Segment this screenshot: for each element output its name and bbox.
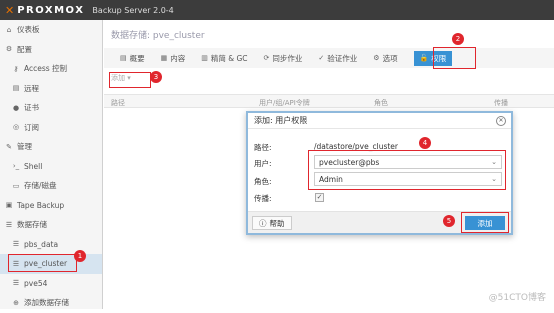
- sidebar-item-config[interactable]: ⚙ 配置: [0, 40, 102, 60]
- plus-circle-icon: ⊕: [13, 298, 19, 307]
- sidebar-item-add-datastore[interactable]: ⊕ 添加数据存储: [0, 293, 102, 313]
- highlight-user-role-fields: [308, 150, 506, 190]
- sidebar-item-tape-backup[interactable]: ▣ Tape Backup: [0, 196, 102, 216]
- highlight-dialog-add-button: [461, 212, 509, 233]
- tape-icon: ▣: [5, 201, 13, 210]
- user-label: 用户:: [254, 159, 272, 168]
- help-icon: ⓘ: [259, 218, 267, 228]
- gear-icon: ⚙: [373, 54, 380, 62]
- top-bar: ✕ PROXMOX Backup Server 2.0-4: [0, 0, 554, 20]
- step-badge-5: 5: [443, 215, 455, 227]
- propagate-label: 传播:: [254, 194, 272, 203]
- path-label: 路径:: [254, 143, 272, 152]
- wrench-icon: ✎: [6, 142, 12, 151]
- sidebar-item-remotes[interactable]: ▤ 远程: [0, 79, 102, 99]
- tab-bar: ▤ 概要 ▦ 内容 ▥ 精简 & GC ⟳ 同步作业 ✓ 验证作业 ⚙ 选项 🔓 权限: [104, 48, 554, 68]
- step-badge-4: 4: [419, 137, 431, 149]
- summary-icon: ▤: [120, 54, 127, 62]
- key-icon: ⚷: [13, 64, 19, 73]
- sidebar-item-subscription[interactable]: ◎ 订阅: [0, 118, 102, 138]
- trash-icon: ▥: [201, 54, 208, 62]
- permissions-grid-header: 路径 用户/组/API令牌 角色 传播: [104, 94, 554, 108]
- sidebar-item-shell[interactable]: ›_ Shell: [0, 157, 102, 177]
- propagate-checkbox[interactable]: ✓: [315, 193, 324, 202]
- sidebar-item-access-control[interactable]: ⚷ Access 控制: [0, 59, 102, 79]
- dashboard-icon: ⌂: [6, 25, 12, 34]
- role-label: 角色:: [254, 177, 272, 186]
- dialog-title: 添加: 用户权限: [254, 116, 308, 125]
- help-button[interactable]: ⓘ 帮助: [252, 216, 292, 230]
- sidebar-item-certificates[interactable]: ● 证书: [0, 98, 102, 118]
- database-icon: ☰: [5, 220, 13, 229]
- terminal-icon: ›_: [12, 162, 20, 171]
- database-icon: ☰: [12, 240, 20, 249]
- highlight-permissions-tab: [433, 47, 476, 69]
- column-user-group-token: 用户/组/API令牌: [259, 99, 310, 107]
- certificate-icon: ●: [12, 103, 20, 112]
- database-icon: ☰: [12, 279, 20, 288]
- check-circle-icon: ✓: [318, 54, 325, 62]
- tab-sync-jobs[interactable]: ⟳ 同步作业: [264, 53, 303, 64]
- step-badge-1: 1: [74, 250, 86, 262]
- sync-icon: ⟳: [263, 54, 270, 62]
- gear-icon: ⚙: [5, 45, 13, 54]
- page-title: 数据存储: pve_cluster: [111, 31, 205, 41]
- step-badge-3: 3: [150, 71, 162, 83]
- proxmox-logo-icon: ✕: [5, 3, 15, 17]
- sidebar-item-pve54[interactable]: ☰ pve54: [0, 274, 102, 294]
- sidebar-item-datastore[interactable]: ☰ 数据存储: [0, 215, 102, 235]
- tab-content[interactable]: ▦ 内容: [161, 53, 186, 64]
- disk-icon: ▭: [12, 181, 20, 190]
- close-icon[interactable]: ✕: [496, 116, 506, 126]
- highlight-sidebar-pve-cluster: [8, 254, 77, 272]
- watermark: @51CTO博客: [488, 293, 546, 303]
- sidebar-item-administration[interactable]: ✎ 管理: [0, 137, 102, 157]
- sidebar-item-storage-disks[interactable]: ▭ 存储/磁盘: [0, 176, 102, 196]
- tab-summary[interactable]: ▤ 概要: [120, 53, 145, 64]
- column-path: 路径: [111, 99, 125, 107]
- dialog-header: 添加: 用户权限: [248, 113, 511, 129]
- tab-prune-gc[interactable]: ▥ 精简 & GC: [201, 53, 247, 64]
- sidebar-item-dashboard[interactable]: ⌂ 仪表板: [0, 20, 102, 40]
- tab-options[interactable]: ⚙ 选项: [373, 53, 397, 64]
- sidebar-item-pbs-data[interactable]: ☰ pbs_data: [0, 235, 102, 255]
- toolbar: 添加 ▾: [104, 70, 554, 88]
- unlock-icon: 🔓: [419, 54, 429, 62]
- highlight-add-button: [109, 72, 151, 88]
- tab-verify-jobs[interactable]: ✓ 验证作业: [318, 53, 357, 64]
- content-icon: ▦: [160, 54, 168, 62]
- product-subtitle: Backup Server 2.0-4: [92, 5, 174, 15]
- logo-text: PROXMOX: [17, 4, 85, 16]
- column-role: 角色: [374, 99, 388, 107]
- list-icon: ▤: [12, 84, 20, 93]
- subscription-icon: ◎: [12, 123, 20, 132]
- column-propagate: 传播: [494, 99, 508, 107]
- step-badge-2: 2: [452, 33, 464, 45]
